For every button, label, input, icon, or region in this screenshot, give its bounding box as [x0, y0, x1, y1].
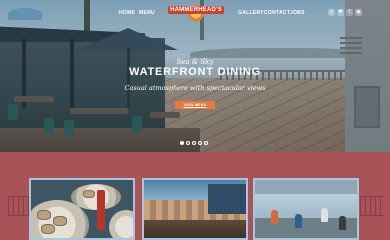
oyster-plate [71, 184, 121, 210]
hero-eyebrow: Sea & Sky [176, 58, 214, 66]
decor-shape [8, 8, 42, 20]
slider-dot-3[interactable] [192, 141, 196, 145]
slider-dots [180, 141, 210, 146]
facebook-icon[interactable]: f [346, 9, 353, 16]
patio-person [321, 208, 328, 222]
gallery-card-patio[interactable] [253, 178, 359, 240]
top-left-decor [2, 2, 48, 22]
patio-roof [255, 180, 357, 194]
tripadvisor-icon[interactable]: ◉ [355, 9, 362, 16]
bar-counter [144, 220, 246, 238]
logo-text: HAMMERHEAD'S [168, 6, 224, 14]
top-nav: HOME MENU HAMMERHEAD'S GALLERY CONTACT J… [0, 0, 390, 26]
hero-tagline: Casual atmosphere with spectacular views [124, 84, 266, 92]
slider-dot-4[interactable] [198, 141, 202, 145]
patio-person [271, 210, 278, 224]
oyster [53, 216, 67, 226]
patio-person [339, 216, 346, 230]
slider-dot-5[interactable] [204, 141, 208, 145]
side-plate [109, 210, 133, 238]
oyster [41, 224, 55, 234]
hot-sauce-bottle [97, 190, 105, 230]
oyster [83, 190, 95, 198]
yelp-icon[interactable]: ✱ [337, 9, 344, 16]
slider-dot-1[interactable] [180, 141, 184, 145]
nav-gallery[interactable]: GALLERY [238, 10, 264, 16]
nav-menu[interactable]: MENU [139, 10, 155, 16]
gallery-card-bar[interactable] [142, 178, 248, 240]
site-logo[interactable]: HAMMERHEAD'S [168, 2, 224, 24]
patio-person [295, 214, 302, 228]
hero-headline: WATERFRONT DINING [129, 66, 261, 78]
bar-window [208, 184, 246, 214]
instagram-icon[interactable]: ◎ [328, 9, 335, 16]
nav-jobs[interactable]: JOBS [290, 10, 305, 16]
gallery-card-oysters[interactable] [29, 178, 135, 240]
nav-contact[interactable]: CONTACT [264, 10, 290, 16]
slider-dot-2[interactable] [186, 141, 190, 145]
oyster [37, 210, 51, 220]
nav-home[interactable]: HOME [119, 10, 135, 16]
fence-decor-right [360, 196, 384, 216]
view-menu-button[interactable]: VIEW MENU [175, 101, 215, 109]
